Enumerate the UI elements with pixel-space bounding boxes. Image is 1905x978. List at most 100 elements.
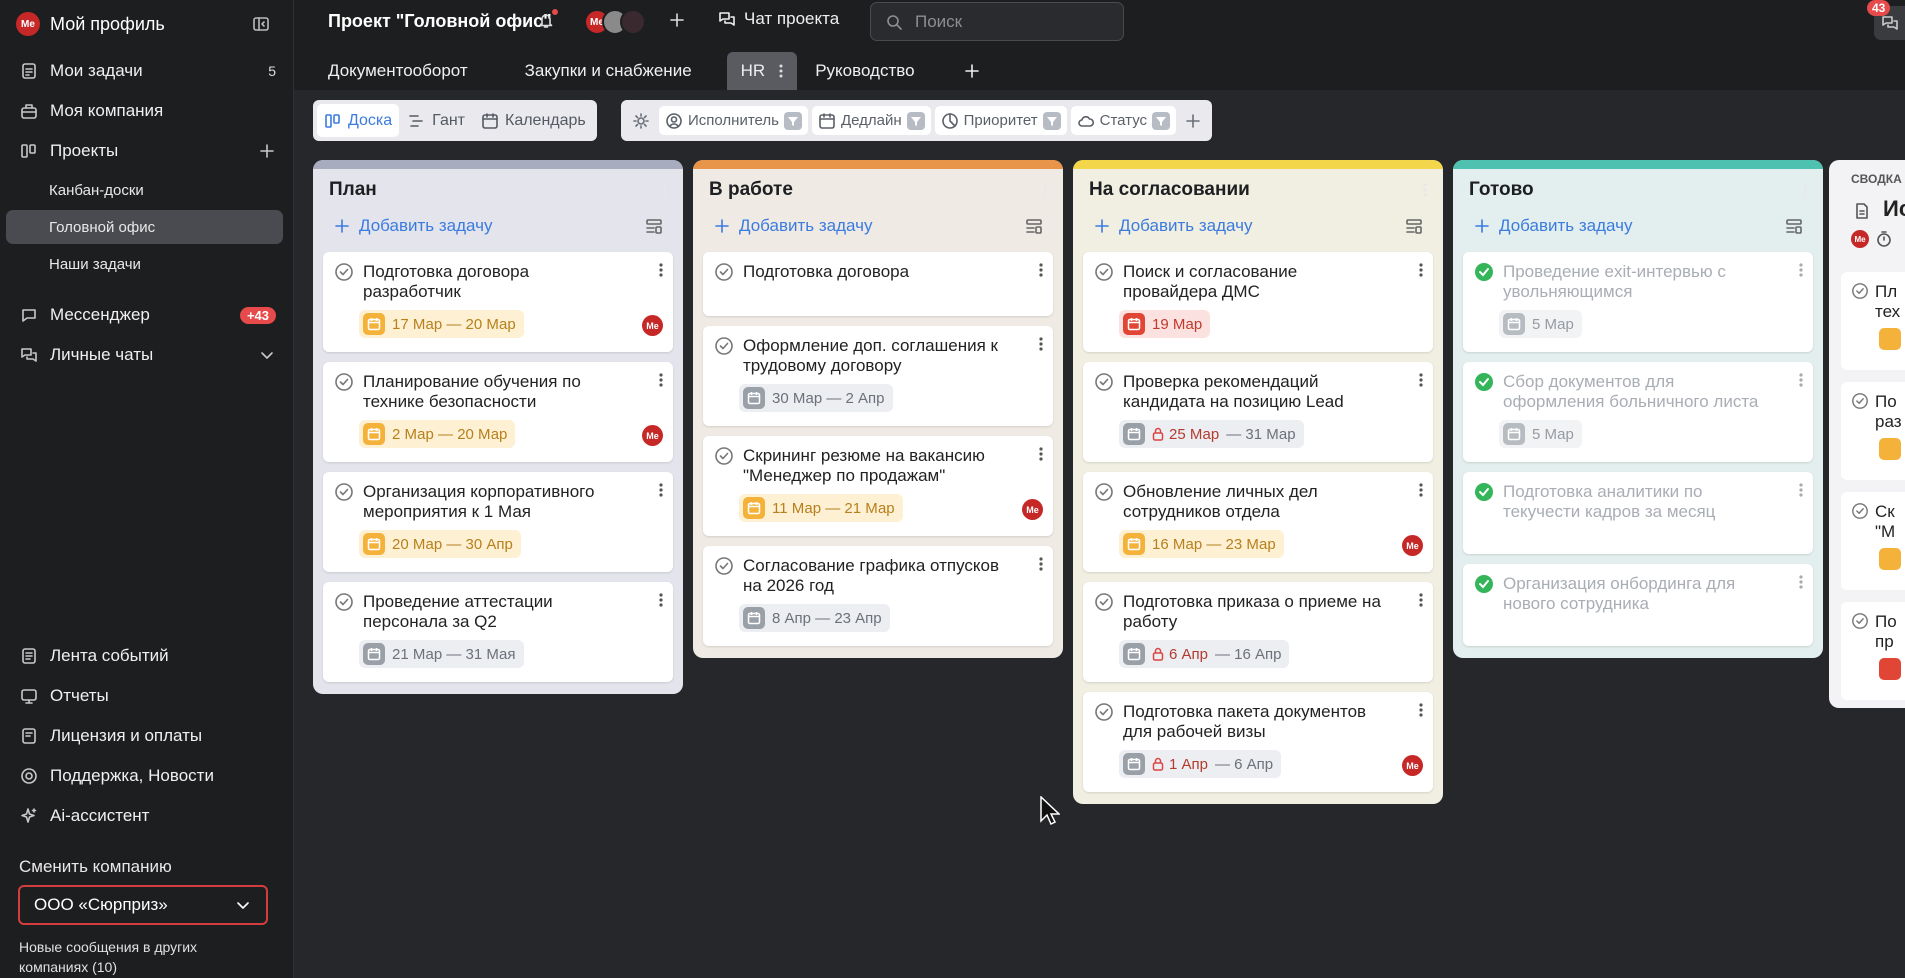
- task-card[interactable]: Сбор документов для оформления больнично…: [1463, 362, 1813, 462]
- task-menu[interactable]: [1419, 262, 1423, 278]
- due-date[interactable]: 8 Апр — 23 Апр: [739, 604, 890, 632]
- more-vert-icon[interactable]: [779, 63, 783, 79]
- profile-link[interactable]: Me Мой профиль: [16, 12, 165, 36]
- sidebar-item-feed[interactable]: Лента событий: [20, 641, 276, 671]
- check-circle-icon[interactable]: [1094, 702, 1114, 722]
- task-card[interactable]: Проведение exit-интервью с увольняющимся…: [1463, 252, 1813, 352]
- filter-deadline[interactable]: Дедлайн: [811, 106, 931, 135]
- summary-card[interactable]: Ск "М: [1841, 492, 1905, 590]
- task-menu[interactable]: [1419, 482, 1423, 498]
- more-vert-icon[interactable]: [1423, 182, 1427, 198]
- task-menu[interactable]: [1039, 262, 1043, 278]
- task-menu[interactable]: [659, 372, 663, 388]
- sidebar-item-my-tasks[interactable]: Мои задачи 5: [20, 56, 276, 86]
- more-vert-icon[interactable]: [1043, 182, 1047, 198]
- tab-hr[interactable]: HR: [726, 52, 798, 90]
- due-date[interactable]: 16 Мар — 23 Мар: [1119, 530, 1284, 558]
- summary-card[interactable]: Пл тех: [1841, 272, 1905, 370]
- due-date[interactable]: 19 Мар: [1119, 310, 1211, 338]
- task-card[interactable]: Организация онбординга для нового сотруд…: [1463, 564, 1813, 646]
- sidebar-project-head-office[interactable]: Головной офис: [6, 210, 283, 244]
- task-card[interactable]: Скрининг резюме на вакансию "Менеджер по…: [703, 436, 1053, 536]
- task-menu[interactable]: [1799, 262, 1803, 278]
- sidebar-item-ai-assistant[interactable]: Ai-ассистент: [20, 801, 276, 831]
- task-menu[interactable]: [1039, 446, 1043, 462]
- more-vert-icon[interactable]: [663, 182, 667, 198]
- check-circle-icon[interactable]: [714, 262, 734, 282]
- check-circle-icon[interactable]: [1094, 262, 1114, 282]
- task-card[interactable]: Оформление доп. соглашения к трудовому д…: [703, 326, 1053, 426]
- check-circle-icon[interactable]: [714, 556, 734, 576]
- filter-priority[interactable]: Приоритет: [934, 106, 1067, 135]
- template-icon[interactable]: [1405, 217, 1423, 235]
- task-card[interactable]: Согласование графика отпусков на 2026 го…: [703, 546, 1053, 646]
- view-board[interactable]: Доска: [317, 104, 400, 137]
- sidebar-item-reports[interactable]: Отчеты: [20, 681, 276, 711]
- view-calendar[interactable]: Календарь: [474, 104, 593, 137]
- view-gantt[interactable]: Гант: [401, 104, 472, 137]
- collapse-sidebar-icon[interactable]: [252, 15, 270, 33]
- task-card[interactable]: Проведение аттестации персонала за Q2 21 …: [323, 582, 673, 682]
- assignee-avatar[interactable]: Me: [642, 425, 663, 446]
- due-date[interactable]: 5 Мар: [1499, 310, 1582, 338]
- add-filter-icon[interactable]: [1180, 112, 1206, 130]
- task-menu[interactable]: [1799, 574, 1803, 590]
- chevron-down-icon[interactable]: [258, 346, 276, 364]
- task-menu[interactable]: [1799, 482, 1803, 498]
- due-date[interactable]: 25 Мар — 31 Мар: [1119, 420, 1304, 448]
- sidebar-item-projects[interactable]: Проекты: [20, 136, 276, 166]
- search-input[interactable]: Поиск: [870, 2, 1124, 41]
- task-card[interactable]: Подготовка пакета документов для рабочей…: [1083, 692, 1433, 792]
- check-circle-icon[interactable]: [334, 372, 354, 392]
- check-circle-icon[interactable]: [334, 262, 354, 282]
- task-menu[interactable]: [659, 262, 663, 278]
- due-date[interactable]: 1 Апр — 6 Апр: [1119, 750, 1282, 778]
- task-menu[interactable]: [1799, 372, 1803, 388]
- due-date[interactable]: 30 Мар — 2 Апр: [739, 384, 893, 412]
- task-menu[interactable]: [1419, 372, 1423, 388]
- project-members[interactable]: Me: [584, 9, 646, 35]
- due-date[interactable]: 21 Мар — 31 Мая: [359, 640, 524, 668]
- more-vert-icon[interactable]: [1803, 182, 1807, 198]
- task-menu[interactable]: [659, 592, 663, 608]
- check-circle-filled-icon[interactable]: [1474, 262, 1494, 282]
- task-card[interactable]: Подготовка договора разработчик 17 Мар — …: [323, 252, 673, 352]
- tab-management[interactable]: Руководство: [815, 61, 914, 81]
- due-date[interactable]: 17 Мар — 20 Мар: [359, 310, 524, 338]
- task-card[interactable]: Подготовка аналитики по текучести кадров…: [1463, 472, 1813, 554]
- task-menu[interactable]: [659, 482, 663, 498]
- sidebar-item-my-company[interactable]: Моя компания: [20, 96, 276, 126]
- sidebar-item-personal-chats[interactable]: Личные чаты: [20, 340, 276, 370]
- check-circle-icon[interactable]: [1094, 592, 1114, 612]
- add-task-button[interactable]: Добавить задачу: [713, 216, 872, 236]
- sidebar-project-kanban[interactable]: Канбан-доски: [6, 173, 283, 207]
- tab-procurement[interactable]: Закупки и снабжение: [525, 61, 692, 81]
- due-date[interactable]: 6 Апр — 16 Апр: [1119, 640, 1290, 668]
- task-card[interactable]: Поиск и согласование провайдера ДМС 19 Ма…: [1083, 252, 1433, 352]
- assignee-avatar[interactable]: Me: [1022, 499, 1043, 520]
- due-date[interactable]: 5 Мар: [1499, 420, 1582, 448]
- add-task-button[interactable]: Добавить задачу: [1093, 216, 1252, 236]
- tab-document-flow[interactable]: Документооборот: [328, 61, 468, 81]
- summary-card[interactable]: По раз: [1841, 382, 1905, 480]
- task-menu[interactable]: [1419, 702, 1423, 718]
- filter-status[interactable]: Статус: [1070, 106, 1177, 135]
- task-menu[interactable]: [1039, 336, 1043, 352]
- assignee-avatar[interactable]: Me: [642, 315, 663, 336]
- task-card[interactable]: Организация корпоративного мероприятия к…: [323, 472, 673, 572]
- check-circle-icon[interactable]: [334, 592, 354, 612]
- template-icon[interactable]: [1785, 217, 1803, 235]
- check-circle-icon[interactable]: [714, 336, 734, 356]
- check-circle-filled-icon[interactable]: [1474, 372, 1494, 392]
- filter-assignee[interactable]: Исполнитель: [659, 106, 808, 135]
- check-circle-icon[interactable]: [334, 482, 354, 502]
- check-circle-icon[interactable]: [714, 446, 734, 466]
- add-project-icon[interactable]: [258, 142, 276, 160]
- other-companies-note[interactable]: Новые сообщения в других компаниях (10): [19, 937, 239, 977]
- summary-card[interactable]: По пр: [1841, 602, 1905, 700]
- sidebar-item-messenger[interactable]: Мессенджер +43: [20, 300, 276, 330]
- add-task-button[interactable]: Добавить задачу: [333, 216, 492, 236]
- sidebar-item-license[interactable]: Лицензия и оплаты: [20, 721, 276, 751]
- task-card[interactable]: Подготовка договора: [703, 252, 1053, 316]
- sidebar-project-our-tasks[interactable]: Наши задачи: [6, 247, 283, 281]
